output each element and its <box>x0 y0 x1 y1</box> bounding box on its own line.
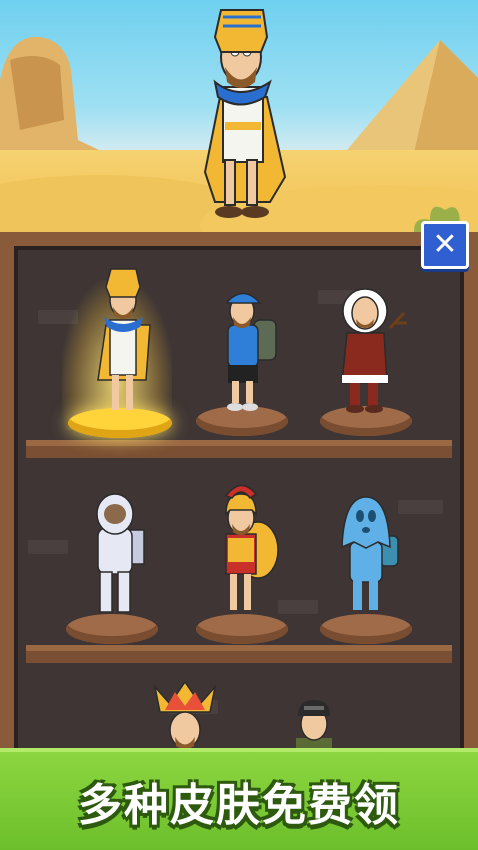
promo-banner: 多种皮肤免费领 <box>0 748 478 850</box>
skin-pharaoh[interactable] <box>88 265 158 420</box>
skin-tribal-chief[interactable] <box>150 682 220 752</box>
skin-soldier[interactable] <box>284 696 344 756</box>
wall-brick <box>28 540 68 554</box>
skin-hiker[interactable] <box>210 285 285 415</box>
skin-eskimo[interactable] <box>332 283 412 418</box>
skin-spartan[interactable] <box>210 478 285 626</box>
skin-astronaut[interactable] <box>82 490 157 625</box>
skin-ghost[interactable] <box>334 492 409 622</box>
shelf-plank <box>26 645 452 663</box>
banner-text: 多种皮肤免费领 <box>78 780 400 831</box>
close-button[interactable]: ✕ <box>421 221 469 269</box>
preview-scene <box>0 0 478 240</box>
shelf-plank <box>26 440 452 458</box>
close-icon: ✕ <box>432 227 458 262</box>
pharaoh-preview-character <box>203 9 287 218</box>
